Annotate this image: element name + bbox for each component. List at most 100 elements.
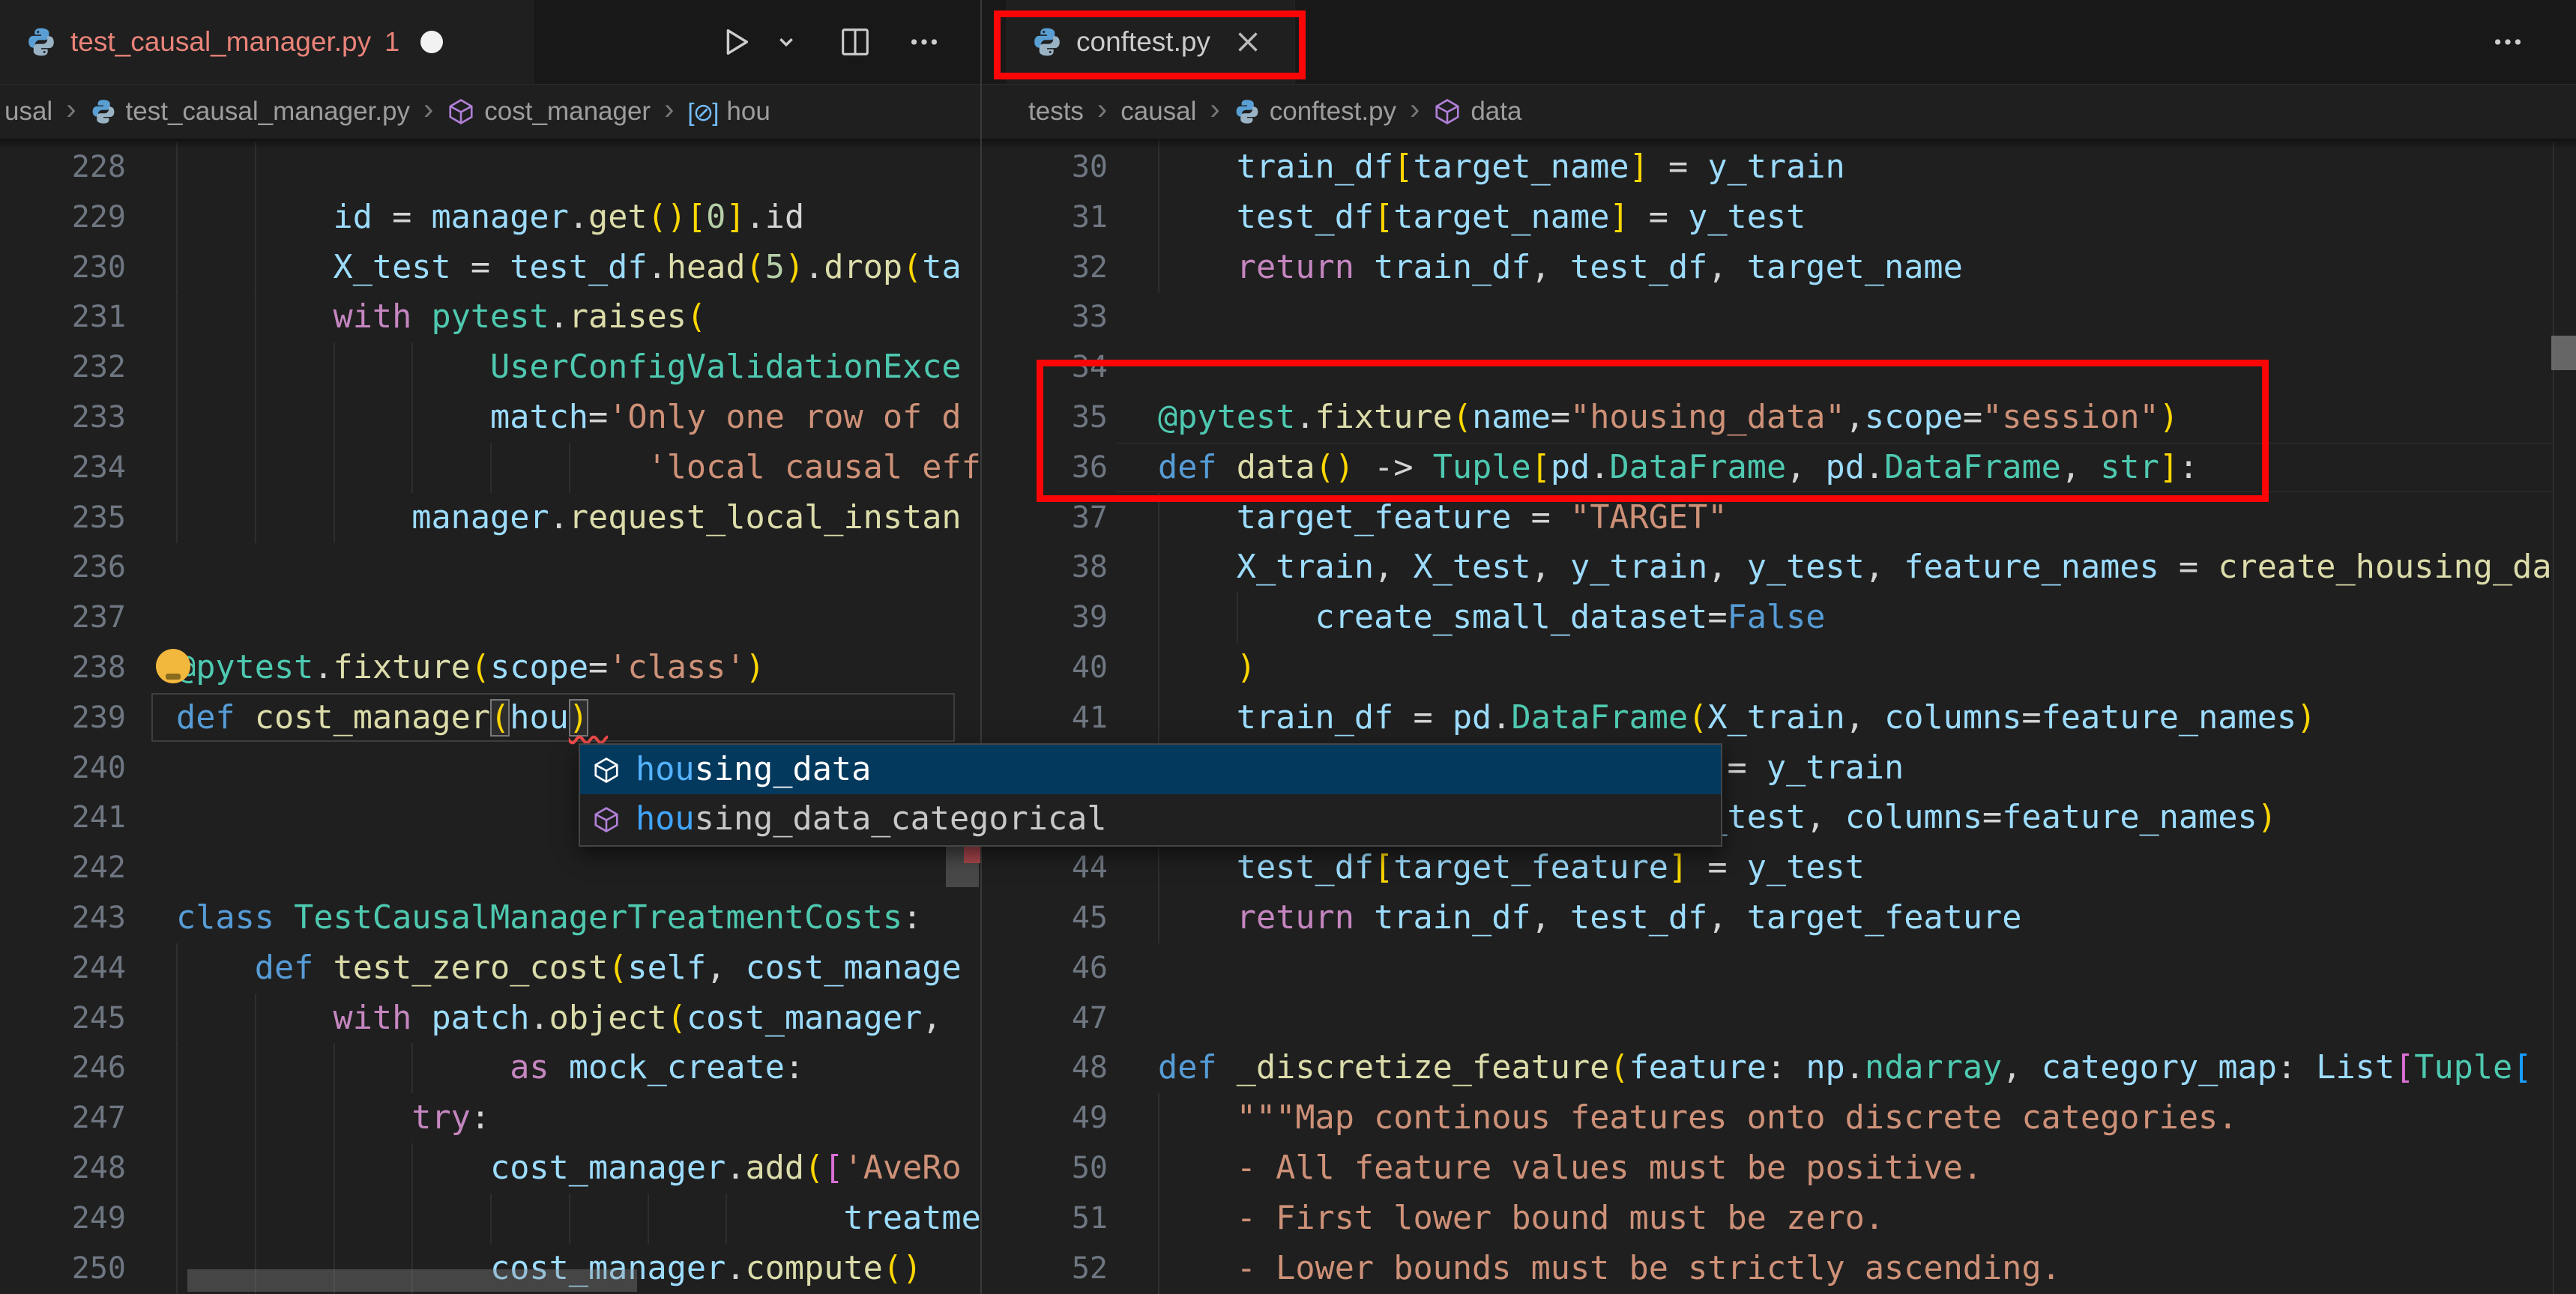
code-line-32[interactable]: 32 return train_df, test_df, target_name xyxy=(982,242,2576,293)
tab-test-causal-manager[interactable]: test_causal_manager.py 1 xyxy=(0,0,534,84)
line-number[interactable]: 29 xyxy=(982,139,1108,142)
line-number[interactable]: 237 xyxy=(0,593,126,643)
code-line-242[interactable]: 242 xyxy=(0,843,980,893)
lightbulb-code-action-icon[interactable] xyxy=(156,649,190,683)
line-number[interactable]: 229 xyxy=(0,193,126,243)
line-number[interactable]: 44 xyxy=(982,843,1108,893)
suggestion-housing-data-categorical[interactable]: housing_data_categorical xyxy=(580,794,1721,844)
line-number[interactable]: 50 xyxy=(982,1143,1108,1194)
code-line-230[interactable]: 230 X_test = test_df.head(5).drop(ta xyxy=(0,242,980,293)
line-number[interactable]: 230 xyxy=(0,243,126,293)
line-number[interactable]: 228 xyxy=(0,142,126,193)
code-line-239[interactable]: 239 def cost_manager(hou) xyxy=(0,692,980,743)
line-number[interactable]: 33 xyxy=(982,292,1108,342)
code-line-233[interactable]: 233 match='Only one row of d xyxy=(0,393,980,443)
code-line-48[interactable]: 48 def _discretize_feature(feature: np.nd… xyxy=(982,1043,2576,1093)
breadcrumb-item-causal[interactable]: causal xyxy=(1120,97,1196,127)
code-line-31[interactable]: 31 test_df[target_name] = y_test xyxy=(982,192,2576,243)
run-dropdown-chevron-icon[interactable] xyxy=(767,22,806,61)
breadcrumb-item-causal[interactable]: usal xyxy=(4,97,52,127)
line-number[interactable]: 41 xyxy=(982,693,1108,743)
code-line-44[interactable]: 44 test_df[target_feature] = y_test xyxy=(982,843,2576,894)
breadcrumb-item-file[interactable]: conftest.py xyxy=(1234,97,1396,127)
line-number[interactable]: 31 xyxy=(982,193,1108,243)
code-line-46[interactable]: 46 xyxy=(982,943,2576,994)
code-line-249[interactable]: 249 treatme xyxy=(0,1193,980,1244)
code-line-41[interactable]: 41 train_df = pd.DataFrame(X_train, colu… xyxy=(982,692,2576,743)
editor-group-divider[interactable] xyxy=(980,0,982,1294)
code-line-234[interactable]: 234 'local causal effe xyxy=(0,442,980,493)
code-line-232[interactable]: 232 UserConfigValidationExce xyxy=(0,342,980,393)
modified-dot-icon[interactable] xyxy=(420,31,444,53)
line-number[interactable]: 231 xyxy=(0,292,126,342)
breadcrumb-item-file[interactable]: test_causal_manager.py xyxy=(90,97,410,127)
breadcrumb-item-symbol-field[interactable]: [⊘] hou xyxy=(687,97,770,127)
code-line-238[interactable]: 238 @pytest.fixture(scope='class') xyxy=(0,643,980,693)
right-vertical-scrollbar-thumb[interactable] xyxy=(2551,336,2576,370)
code-line-244[interactable]: 244 def test_zero_cost(self, cost_manage xyxy=(0,943,980,994)
code-line-40[interactable]: 40 ) xyxy=(982,643,2576,693)
line-number[interactable]: 248 xyxy=(0,1143,126,1194)
code-line-235[interactable]: 235 manager.request_local_instan xyxy=(0,492,980,543)
code-line-45[interactable]: 45 return train_df, test_df, target_feat… xyxy=(982,893,2576,943)
breadcrumb-item-symbol-data[interactable]: data xyxy=(1433,97,1521,127)
line-number[interactable]: 244 xyxy=(0,943,126,994)
code-line-29[interactable]: 29 test_df = X_test.copy() xyxy=(982,139,2576,143)
code-line-245[interactable]: 245 with patch.object(cost_manager, xyxy=(0,993,980,1044)
breadcrumb-item-tests[interactable]: tests xyxy=(1028,97,1084,127)
line-number[interactable]: 38 xyxy=(982,542,1108,593)
code-line-228[interactable]: 228 xyxy=(0,142,980,193)
editor-pane-right[interactable]: 29 test_df = X_test.copy()30 train_df[ta… xyxy=(982,139,2576,1294)
code-line-248[interactable]: 248 cost_manager.add(['AveRo xyxy=(0,1143,980,1194)
line-number[interactable]: 242 xyxy=(0,843,126,893)
line-number[interactable]: 234 xyxy=(0,443,126,493)
line-number[interactable]: 249 xyxy=(0,1194,126,1244)
line-number[interactable]: 32 xyxy=(982,243,1108,293)
line-number[interactable]: 246 xyxy=(0,1043,126,1093)
code-line-39[interactable]: 39 create_small_dataset=False xyxy=(982,593,2576,644)
line-number[interactable]: 243 xyxy=(0,893,126,943)
more-actions-button[interactable] xyxy=(2488,22,2527,61)
more-actions-button[interactable] xyxy=(905,22,944,61)
line-number[interactable]: 238 xyxy=(0,643,126,693)
code-line-243[interactable]: 243 class TestCausalManagerTreatmentCosts… xyxy=(0,893,980,943)
code-line-237[interactable]: 237 xyxy=(0,593,980,643)
suggestion-housing-data[interactable]: housing_data xyxy=(580,745,1721,794)
line-number[interactable]: 52 xyxy=(982,1244,1108,1294)
line-number[interactable]: 46 xyxy=(982,943,1108,994)
code-line-247[interactable]: 247 try: xyxy=(0,1093,980,1144)
line-number[interactable]: 45 xyxy=(982,893,1108,943)
code-line-38[interactable]: 38 X_train, X_test, y_train, y_test, fea… xyxy=(982,542,2576,593)
code-line-51[interactable]: 51 - First lower bound must be zero. xyxy=(982,1193,2576,1244)
line-number[interactable]: 240 xyxy=(0,743,126,793)
line-number[interactable]: 232 xyxy=(0,342,126,393)
line-number[interactable]: 48 xyxy=(982,1043,1108,1093)
code-line-52[interactable]: 52 - Lower bounds must be strictly ascen… xyxy=(982,1243,2576,1294)
line-number[interactable]: 235 xyxy=(0,493,126,543)
line-number[interactable]: 40 xyxy=(982,643,1108,693)
line-number[interactable]: 39 xyxy=(982,593,1108,643)
left-horizontal-scrollbar-thumb[interactable] xyxy=(187,1269,637,1292)
code-line-47[interactable]: 47 xyxy=(982,994,2576,1044)
code-line-236[interactable]: 236 xyxy=(0,542,980,593)
run-button[interactable] xyxy=(716,22,755,61)
split-editor-button[interactable] xyxy=(836,22,875,61)
code-line-49[interactable]: 49 """Map continous features onto discre… xyxy=(982,1093,2576,1144)
code-line-246[interactable]: 246 as mock_create: xyxy=(0,1043,980,1094)
editor-pane-left[interactable]: 228 229 id = manager.get()[0].id 230 X_tes… xyxy=(0,139,980,1294)
code-line-33[interactable]: 33 xyxy=(982,292,2576,342)
breadcrumb-item-symbol-class[interactable]: cost_manager xyxy=(447,97,651,127)
code-line-231[interactable]: 231 with pytest.raises( xyxy=(0,292,980,343)
line-number[interactable]: 241 xyxy=(0,793,126,843)
code-line-50[interactable]: 50 - All feature values must be positive… xyxy=(982,1143,2576,1194)
line-number[interactable]: 236 xyxy=(0,542,126,593)
code-line-229[interactable]: 229 id = manager.get()[0].id xyxy=(0,192,980,243)
line-number[interactable]: 49 xyxy=(982,1093,1108,1143)
line-number[interactable]: 30 xyxy=(982,142,1108,193)
line-number[interactable]: 250 xyxy=(0,1244,126,1294)
line-number[interactable]: 47 xyxy=(982,994,1108,1044)
line-number[interactable]: 51 xyxy=(982,1194,1108,1244)
line-number[interactable]: 233 xyxy=(0,393,126,443)
line-number[interactable]: 245 xyxy=(0,994,126,1044)
code-line-30[interactable]: 30 train_df[target_name] = y_train xyxy=(982,142,2576,193)
